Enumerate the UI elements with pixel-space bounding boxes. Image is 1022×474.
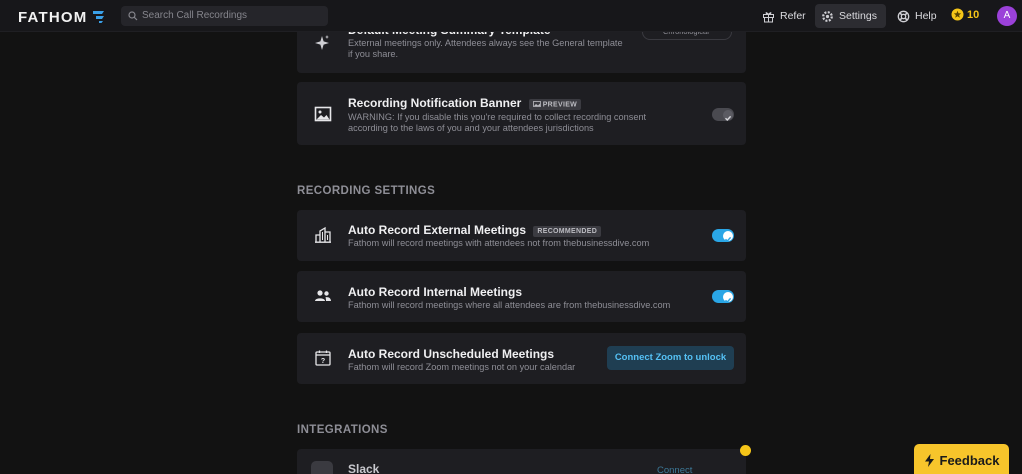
coins-counter[interactable]: 10 bbox=[951, 8, 979, 21]
banner-title: Recording Notification Banner bbox=[348, 96, 522, 110]
external-title-row: Auto Record External Meetings RECOMMENDE… bbox=[348, 223, 602, 237]
toggle-knob bbox=[722, 291, 733, 303]
check-icon bbox=[724, 297, 731, 303]
image-icon bbox=[314, 106, 332, 122]
banner-title-row: Recording Notification Banner PREVIEW bbox=[348, 96, 582, 110]
external-title: Auto Record External Meetings bbox=[348, 223, 527, 237]
slack-icon bbox=[311, 461, 333, 474]
internal-desc: Fathom will record meetings where all at… bbox=[348, 300, 671, 310]
unscheduled-title: Auto Record Unscheduled Meetings bbox=[348, 347, 555, 361]
refer-button[interactable]: Refer bbox=[756, 4, 812, 28]
auto-record-internal-card: Auto Record Internal Meetings Fathom wil… bbox=[297, 271, 746, 322]
feedback-label: Feedback bbox=[939, 452, 1000, 468]
users-icon bbox=[315, 290, 331, 301]
coins-count: 10 bbox=[967, 8, 980, 21]
top-bar: FATHOM Search Call Recordings Refer Sett… bbox=[0, 0, 1022, 32]
calendar-question-icon: ? bbox=[315, 350, 331, 366]
sparkle-icon bbox=[315, 35, 329, 50]
internal-toggle[interactable] bbox=[712, 290, 734, 303]
banner-toggle[interactable] bbox=[712, 108, 734, 121]
fathom-logo-icon bbox=[93, 11, 104, 23]
banner-desc: WARNING: If you disable this you're requ… bbox=[348, 112, 647, 133]
feedback-button[interactable]: Feedback bbox=[914, 444, 1009, 474]
gift-icon bbox=[763, 11, 774, 22]
connect-zoom-button[interactable]: Connect Zoom to unlock bbox=[607, 346, 734, 370]
external-toggle[interactable] bbox=[712, 229, 734, 242]
settings-button[interactable]: Settings bbox=[815, 4, 886, 28]
image-icon bbox=[532, 100, 541, 107]
star-badge-icon bbox=[740, 445, 751, 456]
refer-label: Refer bbox=[780, 10, 806, 22]
default-template-desc: External meetings only. Attendees always… bbox=[348, 38, 623, 59]
gear-icon bbox=[822, 10, 833, 22]
external-desc: Fathom will record meetings with attende… bbox=[348, 238, 650, 248]
search-input[interactable]: Search Call Recordings bbox=[142, 10, 247, 21]
search-icon bbox=[128, 11, 138, 21]
help-button[interactable]: Help bbox=[891, 4, 943, 28]
search-bar[interactable]: Search Call Recordings bbox=[121, 6, 328, 26]
recommended-badge: RECOMMENDED bbox=[533, 226, 602, 237]
coin-star-icon bbox=[951, 8, 964, 21]
internal-title: Auto Record Internal Meetings bbox=[348, 285, 523, 299]
svg-text:?: ? bbox=[321, 358, 325, 365]
lifebuoy-icon bbox=[897, 10, 910, 22]
toggle-knob bbox=[722, 230, 733, 242]
settings-label: Settings bbox=[839, 10, 877, 22]
slack-connect-button[interactable]: Connect bbox=[657, 465, 692, 474]
preview-badge: PREVIEW bbox=[528, 98, 582, 110]
toggle-knob bbox=[722, 109, 733, 121]
auto-record-unscheduled-card: ? Auto Record Unscheduled Meetings Fatho… bbox=[297, 333, 746, 384]
notification-banner-card: Recording Notification Banner PREVIEW WA… bbox=[297, 82, 746, 145]
check-icon bbox=[724, 236, 731, 242]
slack-integration-card: Slack Connect bbox=[297, 449, 746, 474]
check-icon bbox=[724, 115, 731, 121]
lightning-icon bbox=[924, 453, 934, 467]
slack-title: Slack bbox=[348, 462, 380, 474]
recording-settings-heading: RECORDING SETTINGS bbox=[297, 185, 436, 197]
preview-badge-label: PREVIEW bbox=[542, 101, 578, 108]
building-icon bbox=[315, 226, 331, 243]
auto-record-external-card: Auto Record External Meetings RECOMMENDE… bbox=[297, 210, 746, 261]
app-logo[interactable]: FATHOM bbox=[18, 9, 87, 26]
integrations-heading: INTEGRATIONS bbox=[297, 424, 388, 436]
avatar[interactable]: A bbox=[997, 6, 1017, 26]
help-label: Help bbox=[915, 10, 937, 22]
